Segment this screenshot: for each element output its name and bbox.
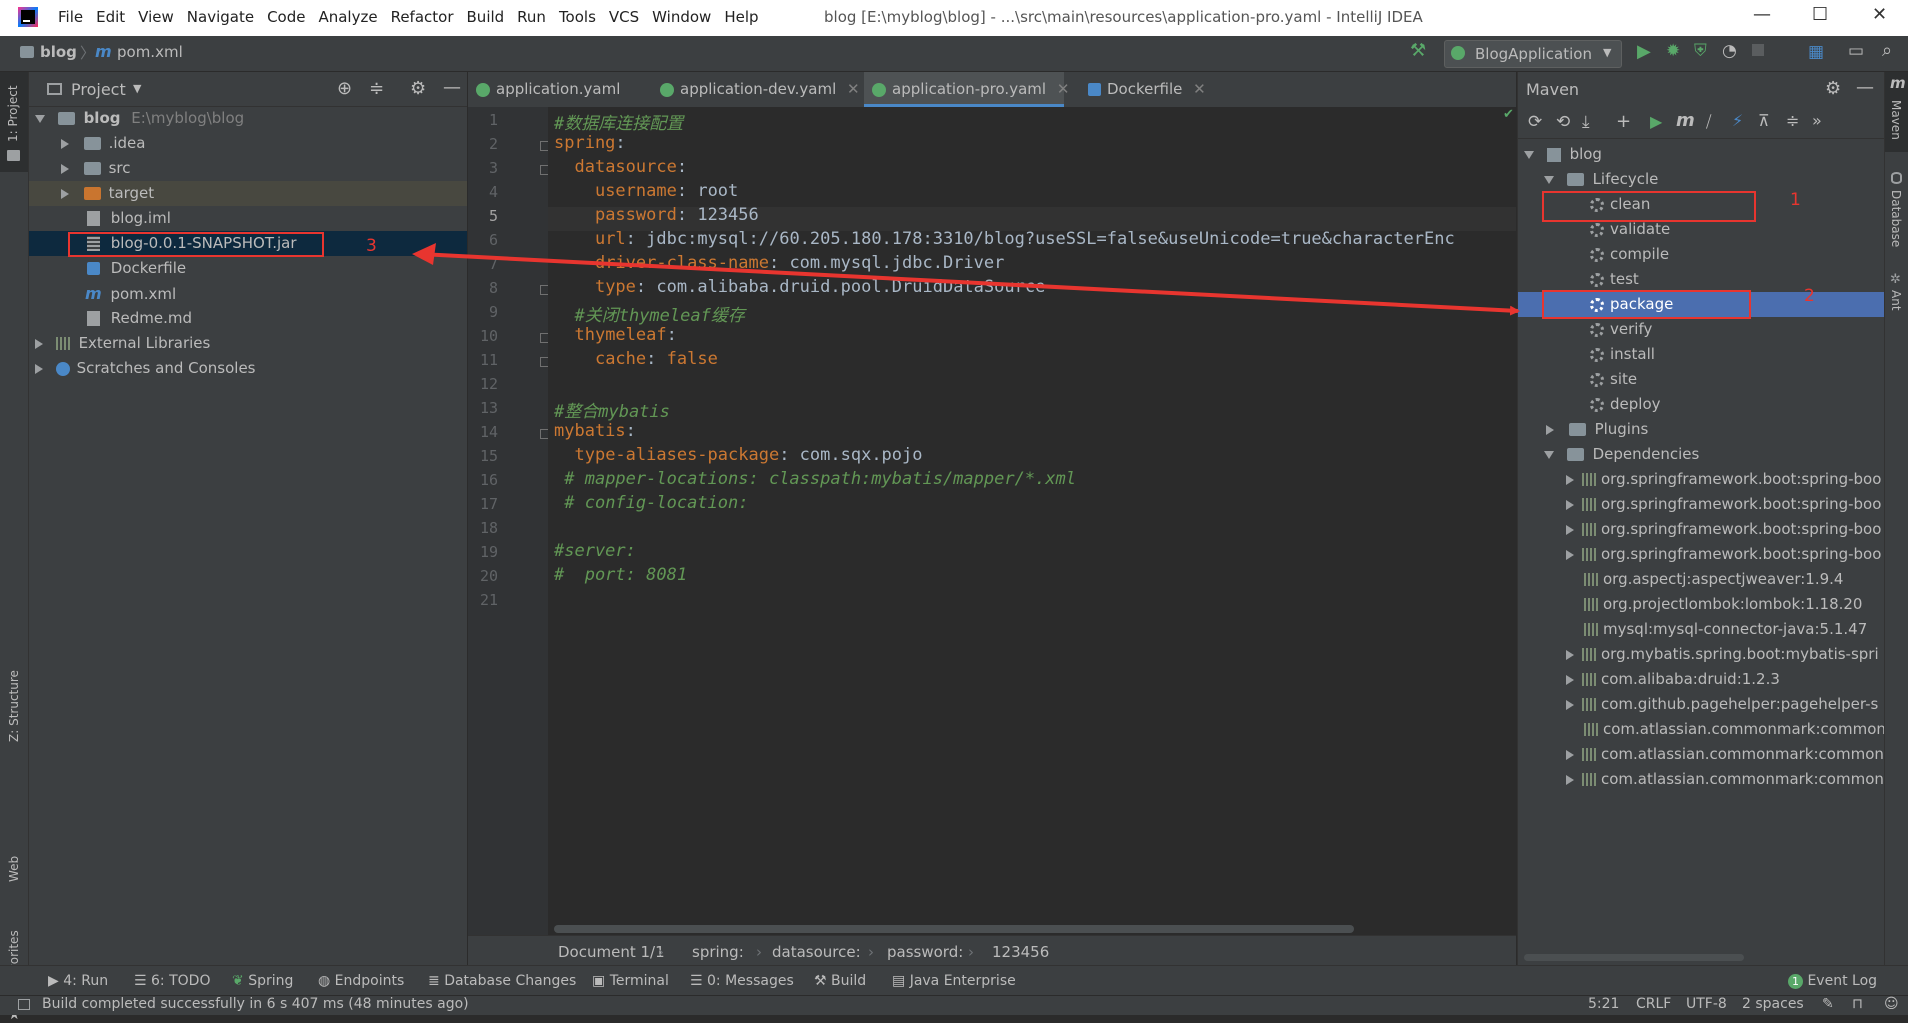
annotation-arrow-line [419,252,1520,316]
annotation-arrow-head [412,243,436,265]
annotation-arrow [412,243,1520,316]
